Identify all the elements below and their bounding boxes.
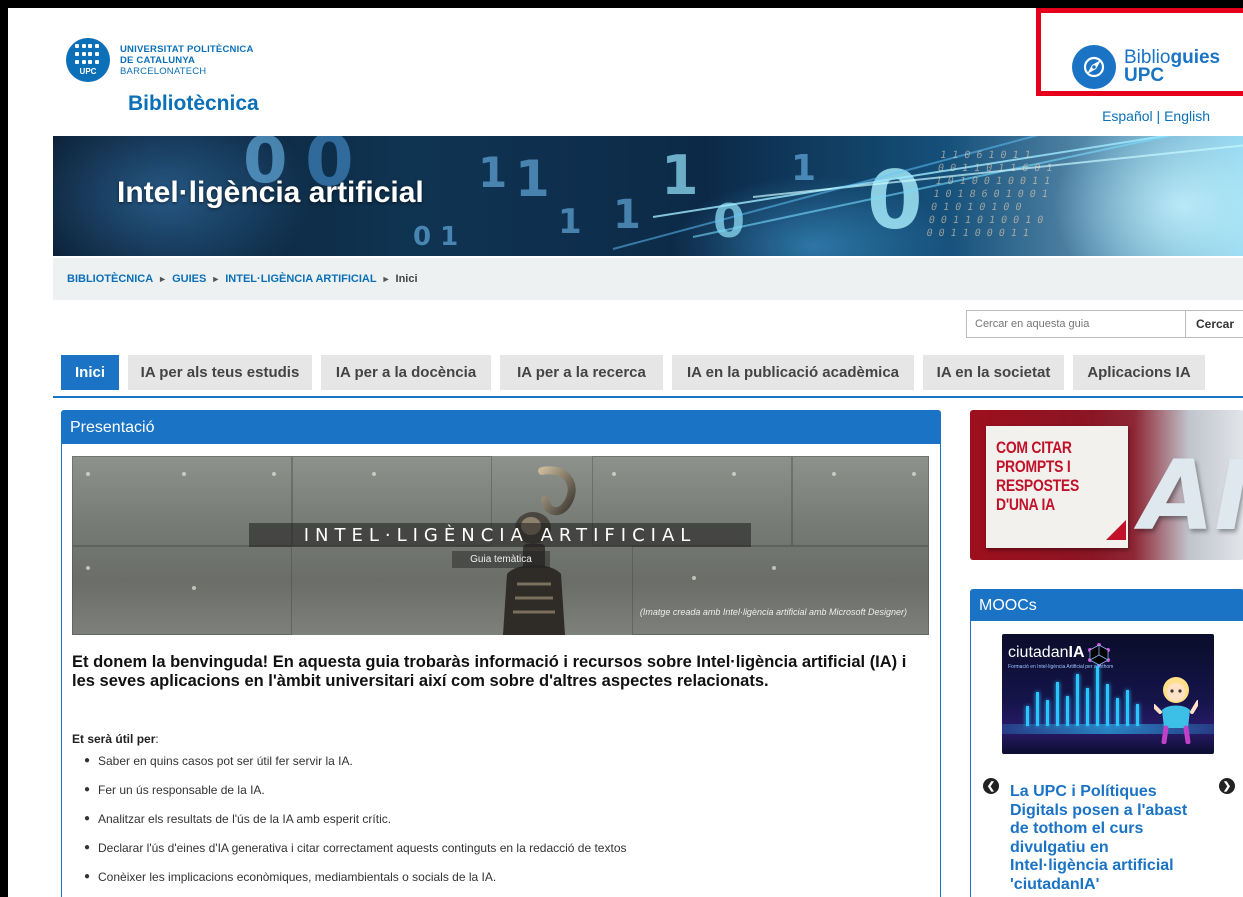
carousel-prev-button[interactable]: ❮: [983, 778, 999, 794]
tab-aplicacions-ia[interactable]: Aplicacions IA: [1073, 355, 1205, 390]
university-name: UNIVERSITAT POLITÈCNICA DE CATALUNYA BAR…: [120, 44, 254, 77]
useful-for-label: Et serà útil per:: [72, 732, 159, 746]
breadcrumb: BIBLIOTÈCNICA ► GUIES ► INTEL·LIGÈNCIA A…: [53, 258, 1243, 300]
banner-title: Intel·ligència artificial: [117, 176, 424, 209]
search-input[interactable]: [966, 310, 1185, 338]
cover-image-subtitle: Guia temàtica: [452, 551, 550, 568]
chevron-left-icon: ❮: [986, 780, 996, 792]
useful-for-list: ● Saber en quins casos pot ser útil fer s…: [84, 754, 627, 897]
site-title[interactable]: Bibliotècnica: [128, 92, 259, 116]
breadcrumb-current: Inici: [395, 273, 418, 285]
presentation-heading: Presentació: [62, 411, 940, 444]
breadcrumb-separator: ►: [158, 274, 168, 284]
welcome-text: Et donem la benvinguda! En aquesta guia …: [72, 653, 907, 690]
search-button[interactable]: Cercar: [1185, 310, 1243, 338]
presentation-panel: Presentació INTEL·LIGÈNCIA ARTIFICIAL Gu…: [61, 410, 941, 897]
upc-logo-mark: UPC: [66, 38, 110, 82]
university-name-line-1: UNIVERSITAT POLITÈCNICA: [120, 43, 254, 55]
mascot-illustration: [1154, 677, 1198, 744]
tab-ia-publicacio[interactable]: IA en la publicació acadèmica: [672, 355, 914, 390]
ciutadania-brand: ciutadanIA: [1008, 644, 1085, 661]
guide-cover-image: INTEL·LIGÈNCIA ARTIFICIAL Guia temàtica …: [72, 456, 929, 635]
moocs-heading: MOOCs: [971, 590, 1243, 621]
breadcrumb-separator: ►: [211, 274, 221, 284]
list-item: ● Analitzar els resultats de l'ús de la I…: [84, 812, 392, 826]
highlight-box-outline: [1036, 8, 1243, 96]
moocs-panel: MOOCs ciutadanIA Formació en Intel·ligèn…: [970, 589, 1243, 897]
upc-logo[interactable]: UPC UNIVERSITAT POLITÈCNICA DE CATALUNYA…: [66, 38, 254, 82]
tab-ia-societat[interactable]: IA en la societat: [923, 355, 1064, 390]
tab-ia-estudis[interactable]: IA per als teus estudis: [128, 355, 312, 390]
cover-image-title: INTEL·LIGÈNCIA ARTIFICIAL: [303, 525, 697, 546]
triangle-icon: [1106, 520, 1126, 540]
breadcrumb-guide[interactable]: INTEL·LIGÈNCIA ARTIFICIAL: [225, 273, 376, 285]
university-name-line-2: DE CATALUNYA: [120, 54, 196, 66]
guide-search: Cercar: [966, 310, 1243, 338]
tab-inici[interactable]: Inici: [61, 355, 119, 390]
breadcrumb-separator: ►: [381, 274, 391, 284]
tab-ia-docencia[interactable]: IA per a la docència: [321, 355, 491, 390]
cite-card-ai-letters: AI: [1140, 440, 1243, 552]
list-item: ● Declarar l'ús d'eines d'IA generativa i…: [84, 841, 627, 855]
cover-image-caption: (Imatge creada amb Intel·ligència artifi…: [639, 607, 907, 617]
university-name-line-3: BARCELONATECH: [120, 65, 207, 77]
mooc-news-headline[interactable]: La UPC i Polítiques Digitals posen a l'a…: [1010, 783, 1210, 894]
breadcrumb-guies[interactable]: GUIES: [172, 273, 206, 285]
ciutadania-course-image[interactable]: ciutadanIA Formació en Intel·ligència Ar…: [1002, 634, 1214, 754]
page: UPC UNIVERSITAT POLITÈCNICA DE CATALUNYA…: [8, 8, 1243, 897]
upc-logo-text: UPC: [79, 67, 97, 76]
how-to-cite-ai-card[interactable]: COM CITAR PROMPTS I RESPOSTES D'UNA IA A…: [970, 410, 1243, 560]
cite-card-text: COM CITAR PROMPTS I RESPOSTES D'UNA IA: [996, 438, 1079, 514]
hero-banner: 0 0 1 1 1 1 1 0 1 0 0 1 1 1 0 6 1 0 1 1 …: [53, 136, 1243, 256]
carousel-next-button[interactable]: ❯: [1219, 778, 1235, 794]
list-item: ● Fer un ús responsable de la IA.: [84, 783, 265, 797]
language-switcher[interactable]: Español | English: [1102, 108, 1210, 124]
tab-ia-recerca[interactable]: IA per a la recerca: [500, 355, 663, 390]
guide-tabs: Inici IA per als teus estudis IA per a l…: [53, 355, 1243, 398]
list-item: ● Saber en quins casos pot ser útil fer s…: [84, 754, 353, 768]
chevron-right-icon: ❯: [1222, 780, 1232, 792]
list-item: ● Conèixer les implicacions econòmiques, …: [84, 870, 497, 884]
breadcrumb-bibliotecnica[interactable]: BIBLIOTÈCNICA: [67, 273, 153, 285]
